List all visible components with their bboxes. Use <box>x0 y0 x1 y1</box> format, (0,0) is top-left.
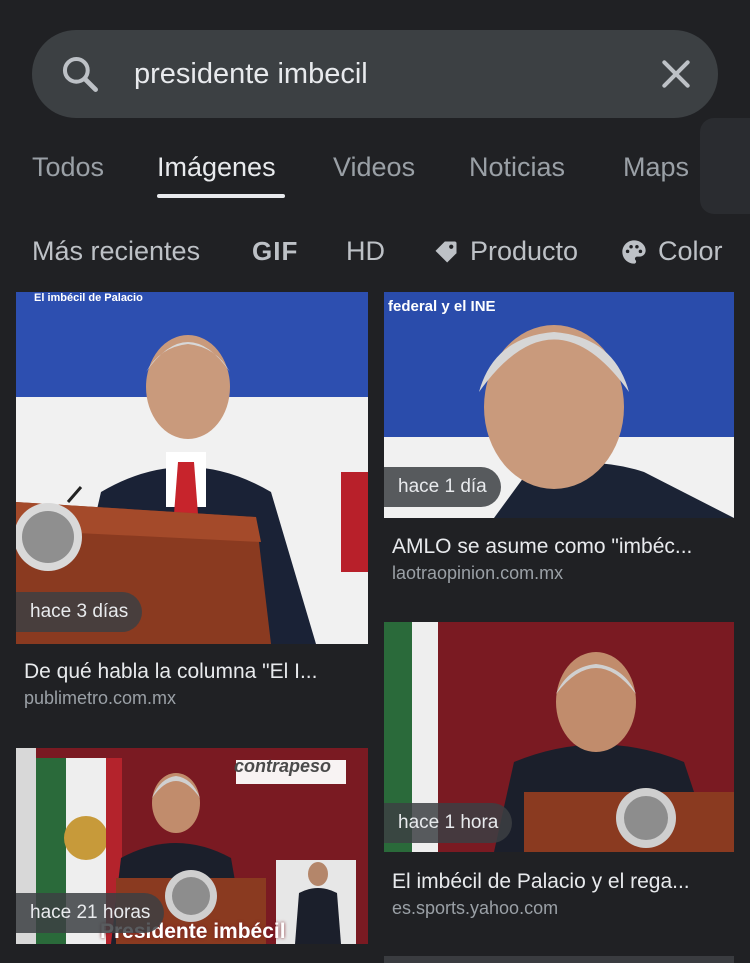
chip-hd-label: HD <box>346 236 385 266</box>
result-source: es.sports.yahoo.com <box>392 898 559 918</box>
search-icon[interactable] <box>58 52 102 96</box>
active-tab-indicator <box>157 194 285 198</box>
result-thumbnail[interactable]: El imbécil de Palacio hace 3 días <box>16 292 368 644</box>
chip-color-label: Color <box>658 236 723 266</box>
chip-recent-label: Más recientes <box>32 236 201 266</box>
result-thumbnail[interactable]: hace 1 hora <box>384 622 734 852</box>
image-result[interactable]: federal y el INE hace 1 día AMLO se asum… <box>384 292 734 602</box>
chip-color[interactable]: Color <box>620 236 723 267</box>
tag-icon <box>435 241 457 262</box>
result-source: publimetro.com.mx <box>24 688 177 708</box>
tab-all[interactable]: Todos <box>32 152 104 183</box>
chip-gif[interactable]: GIF <box>252 236 298 267</box>
result-title[interactable]: AMLO se asume como "imbéc... <box>392 535 732 559</box>
age-badge: hace 1 día <box>384 467 501 507</box>
chip-recent[interactable]: Más recientes <box>32 236 200 267</box>
age-badge: hace 21 horas <box>16 893 165 933</box>
image-result[interactable]: hace 1 hora El imbécil de Palacio y el r… <box>384 622 734 932</box>
image-result[interactable]: El imbécil de Palacio hace 3 días De qué… <box>16 292 368 722</box>
tab-images[interactable]: Imágenes <box>157 152 276 183</box>
chip-gif-label: GIF <box>252 236 299 266</box>
result-thumbnail[interactable]: federal y el INE hace 1 día <box>384 292 734 518</box>
age-badge: hace 1 hora <box>384 803 513 843</box>
result-thumbnail[interactable]: contrapeso Presidente imbécil hace 21 ho… <box>16 748 368 944</box>
search-bar[interactable]: presidente imbecil <box>32 30 718 118</box>
result-title[interactable]: El imbécil de Palacio y el rega... <box>392 870 732 894</box>
result-source: laotraopinion.com.mx <box>392 563 564 583</box>
brand-overlay: contrapeso <box>234 756 332 776</box>
result-title[interactable]: De qué habla la columna "El I... <box>24 660 364 684</box>
search-input[interactable]: presidente imbecil <box>134 52 634 96</box>
image-result[interactable]: contrapeso Presidente imbécil hace 21 ho… <box>16 748 368 963</box>
tab-news[interactable]: Noticias <box>469 152 565 183</box>
age-badge: hace 3 días <box>16 592 143 632</box>
filter-chips: Más recientes GIF HD Producto Color <box>0 228 750 278</box>
close-icon[interactable] <box>656 54 696 94</box>
image-result-partial[interactable] <box>384 956 734 963</box>
chip-product-label: Producto <box>470 236 579 266</box>
search-tabs: Todos Imágenes Videos Noticias Maps <box>0 140 750 200</box>
chip-hd[interactable]: HD <box>346 236 385 267</box>
image-overlay-text: federal y el INE <box>388 298 496 315</box>
palette-icon <box>622 239 646 264</box>
tab-videos[interactable]: Videos <box>333 152 415 183</box>
image-overlay-text: El imbécil de Palacio <box>34 292 143 304</box>
tab-maps[interactable]: Maps <box>623 152 689 183</box>
chip-product[interactable]: Producto <box>432 236 578 267</box>
